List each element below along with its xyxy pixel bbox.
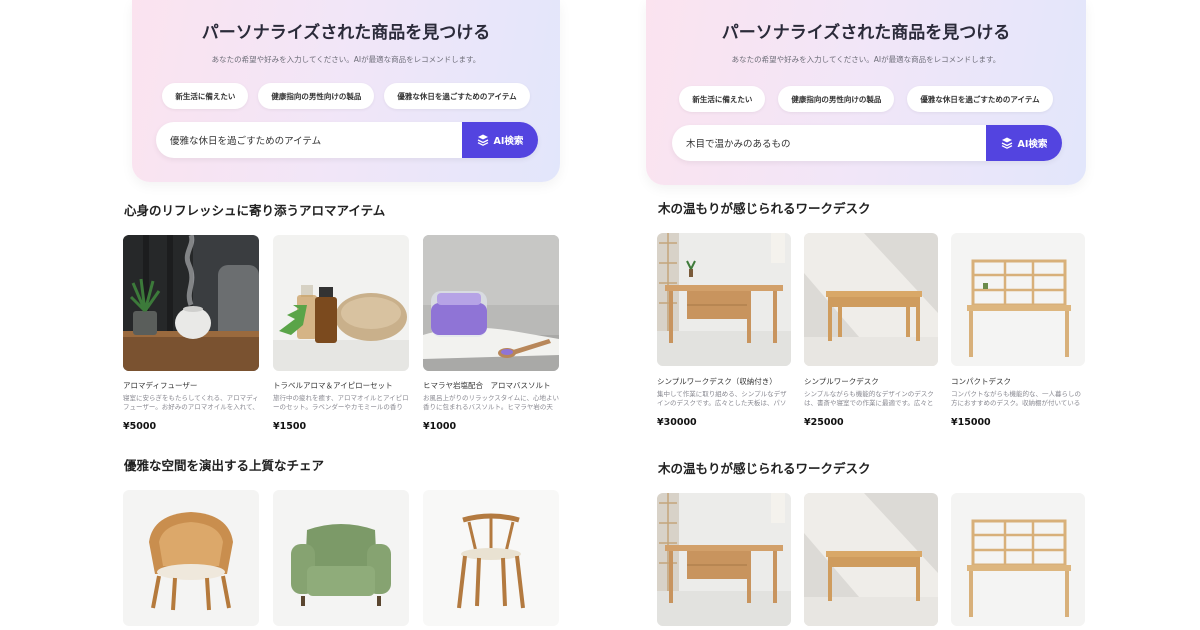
- product-image-aroma-set[interactable]: [273, 235, 409, 371]
- product-image-rattan-chair[interactable]: [123, 490, 259, 626]
- product-card[interactable]: トラベルアロマ＆アイピローセット 旅行中の疲れを癒す、アロマオイルとアイピローの…: [273, 235, 409, 432]
- product-price: ¥30000: [657, 417, 697, 428]
- product-name: シンプルワークデスク: [804, 377, 879, 386]
- suggestion-chips: 新生活に備えたい 健康指向の男性向けの製品 優雅な休日を過ごすためのアイテム: [646, 86, 1086, 112]
- product-image-desk-storage[interactable]: [657, 493, 791, 626]
- product-price: ¥5000: [123, 421, 157, 432]
- ai-search-label: AI検索: [493, 136, 524, 147]
- product-card[interactable]: シンプルワークデスク（収納付き） 集中して作業に取り組める、シンプルなデザインの…: [657, 233, 791, 428]
- product-description: 寝室に安らぎをもたらしてくれる、アロマディフューザー。お好みのアロマオイルを入れ…: [123, 394, 259, 413]
- product-card[interactable]: [123, 490, 259, 626]
- product-price: ¥15000: [951, 417, 991, 428]
- product-price: ¥25000: [804, 417, 844, 428]
- product-name: シンプルワークデスク（収納付き）: [657, 377, 777, 386]
- product-image-simple-desk[interactable]: [804, 493, 938, 626]
- chip-health-men[interactable]: 健康指向の男性向けの製品: [778, 86, 895, 112]
- ai-sparkle-icon: [1001, 137, 1012, 149]
- product-image-desk-storage[interactable]: [657, 233, 791, 366]
- product-card[interactable]: ヒマラヤ岩塩配合 アロマバスソルト お風呂上がりのリラックスタイムに、心地よい香…: [423, 235, 559, 432]
- product-description: 旅行中の疲れを癒す、アロマオイルとアイピローのセット。ラベンダーやカモミールの香…: [273, 394, 409, 413]
- hero-banner: パーソナライズされた商品を見つける あなたの希望や好みを入力してください。AIが…: [132, 0, 560, 182]
- chip-health-men[interactable]: 健康指向の男性向けの製品: [258, 83, 375, 109]
- product-price: ¥1500: [273, 421, 307, 432]
- product-description: シンプルながらも機能的なデザインのデスクは、書斎や寝室での作業に最適です。広々と…: [804, 390, 934, 409]
- product-name: トラベルアロマ＆アイピローセット: [273, 381, 393, 390]
- chip-elegant-holiday[interactable]: 優雅な休日を過ごすためのアイテム: [907, 86, 1053, 112]
- product-image-diffuser[interactable]: [123, 235, 259, 371]
- left-screen: パーソナライズされた商品を見つける あなたの希望や好みを入力してください。AIが…: [118, 0, 574, 630]
- product-card[interactable]: シンプルワークデスク シンプルながらも機能的なデザインのデスクは、書斎や寝室での…: [804, 233, 938, 428]
- chip-new-life[interactable]: 新生活に備えたい: [679, 86, 766, 112]
- product-description: コンパクトながらも機能的な、一人暮らしの方におすすめのデスク。収納棚が付いている…: [951, 390, 1081, 409]
- product-image-compact-desk[interactable]: [951, 493, 1085, 626]
- product-card[interactable]: [273, 490, 409, 626]
- ai-search-label: AI検索: [1017, 139, 1048, 150]
- hero-subtitle: あなたの希望や好みを入力してください。AIが最適な商品をレコメンドします。: [211, 55, 481, 64]
- search-input[interactable]: 優雅な休日を過ごすためのアイテム: [170, 122, 450, 158]
- product-image-wooden-chair[interactable]: [423, 490, 559, 626]
- search-bar: 優雅な休日を過ごすためのアイテム AI検索: [156, 122, 538, 158]
- hero-title: パーソナライズされた商品を見つける: [201, 23, 491, 43]
- product-description: 集中して作業に取り組める、シンプルなデザインのデスクです。広々とした天板は、パソ…: [657, 390, 787, 409]
- product-card[interactable]: [657, 493, 791, 626]
- ai-sparkle-icon: [477, 134, 488, 146]
- product-image-bath-salt[interactable]: [423, 235, 559, 371]
- hero-subtitle: あなたの希望や好みを入力してください。AIが最適な商品をレコメンドします。: [731, 55, 1001, 64]
- ai-search-button[interactable]: AI検索: [986, 125, 1062, 161]
- search-bar: 木目で温かみのあるもの AI検索: [672, 125, 1062, 161]
- section-title: 木の温もりが感じられるワークデスク: [658, 461, 871, 476]
- product-image-simple-desk[interactable]: [804, 233, 938, 366]
- product-card[interactable]: [804, 493, 938, 626]
- product-name: コンパクトデスク: [951, 377, 1011, 386]
- section-title: 心身のリフレッシュに寄り添うアロマアイテム: [124, 203, 386, 218]
- product-price: ¥1000: [423, 421, 457, 432]
- hero-banner: パーソナライズされた商品を見つける あなたの希望や好みを入力してください。AIが…: [646, 0, 1086, 185]
- section-title: 優雅な空間を演出する上質なチェア: [124, 458, 325, 473]
- hero-title: パーソナライズされた商品を見つける: [721, 23, 1011, 43]
- chip-elegant-holiday[interactable]: 優雅な休日を過ごすためのアイテム: [384, 83, 530, 109]
- product-name: アロマディフューザー: [123, 381, 198, 390]
- product-image-compact-desk[interactable]: [951, 233, 1085, 366]
- chip-new-life[interactable]: 新生活に備えたい: [162, 83, 249, 109]
- product-name: ヒマラヤ岩塩配合 アロマバスソルト: [423, 381, 551, 390]
- section-title: 木の温もりが感じられるワークデスク: [658, 201, 871, 216]
- product-card[interactable]: [951, 493, 1085, 626]
- search-input[interactable]: 木目で温かみのあるもの: [686, 125, 966, 161]
- suggestion-chips: 新生活に備えたい 健康指向の男性向けの製品 優雅な休日を過ごすためのアイテム: [132, 83, 560, 109]
- product-card[interactable]: [423, 490, 559, 626]
- right-screen: パーソナライズされた商品を見つける あなたの希望や好みを入力してください。AIが…: [638, 0, 1100, 630]
- product-description: お風呂上がりのリラックスタイムに、心地よい香りに包まれるバスソルト。ヒマラヤ岩の…: [423, 394, 559, 413]
- ai-search-button[interactable]: AI検索: [462, 122, 538, 158]
- product-card[interactable]: コンパクトデスク コンパクトながらも機能的な、一人暮らしの方におすすめのデスク。…: [951, 233, 1085, 428]
- product-image-green-armchair[interactable]: [273, 490, 409, 626]
- product-card[interactable]: アロマディフューザー 寝室に安らぎをもたらしてくれる、アロマディフューザー。お好…: [123, 235, 259, 432]
